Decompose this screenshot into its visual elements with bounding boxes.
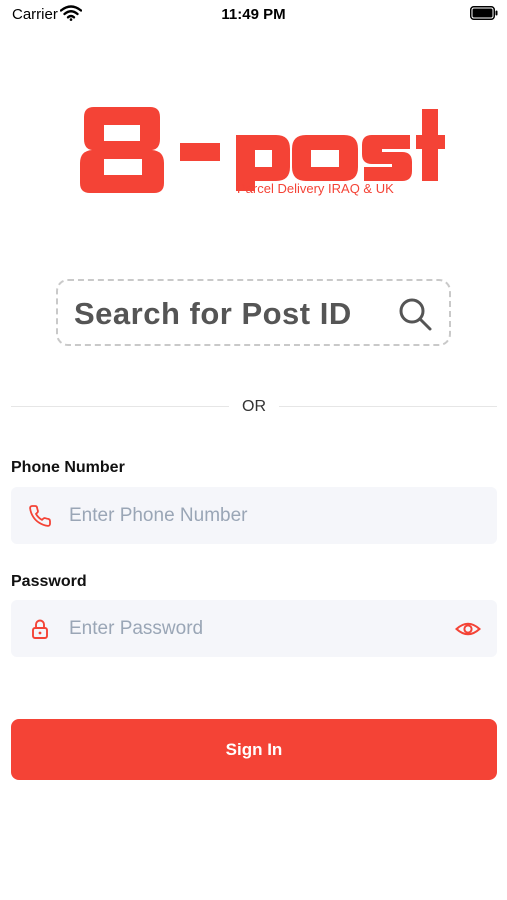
status-bar: Carrier 11:49 PM bbox=[0, 0, 507, 30]
password-field-container bbox=[11, 600, 497, 657]
password-input[interactable] bbox=[69, 600, 439, 657]
eye-icon[interactable] bbox=[455, 617, 481, 641]
logo-tagline: Parcel Delivery IRAQ & UK bbox=[237, 181, 394, 196]
phone-icon bbox=[29, 505, 51, 527]
password-label: Password bbox=[11, 573, 87, 590]
divider-line-right bbox=[279, 406, 497, 407]
phone-number-field-container bbox=[11, 487, 497, 544]
search-post-id-button[interactable]: Search for Post ID bbox=[56, 279, 451, 346]
battery-icon bbox=[470, 6, 498, 20]
divider-line-left bbox=[11, 406, 229, 407]
sign-in-button[interactable]: Sign In bbox=[11, 719, 497, 780]
search-icon bbox=[399, 298, 432, 331]
phone-number-input[interactable] bbox=[69, 487, 439, 544]
status-time: 11:49 PM bbox=[221, 6, 286, 23]
divider-or-text: OR bbox=[242, 398, 266, 415]
phone-number-label: Phone Number bbox=[11, 459, 125, 476]
search-label: Search for Post ID bbox=[74, 296, 352, 331]
bpost-logo: Parcel Delivery IRAQ & UK bbox=[80, 107, 445, 196]
lock-icon bbox=[32, 619, 48, 639]
